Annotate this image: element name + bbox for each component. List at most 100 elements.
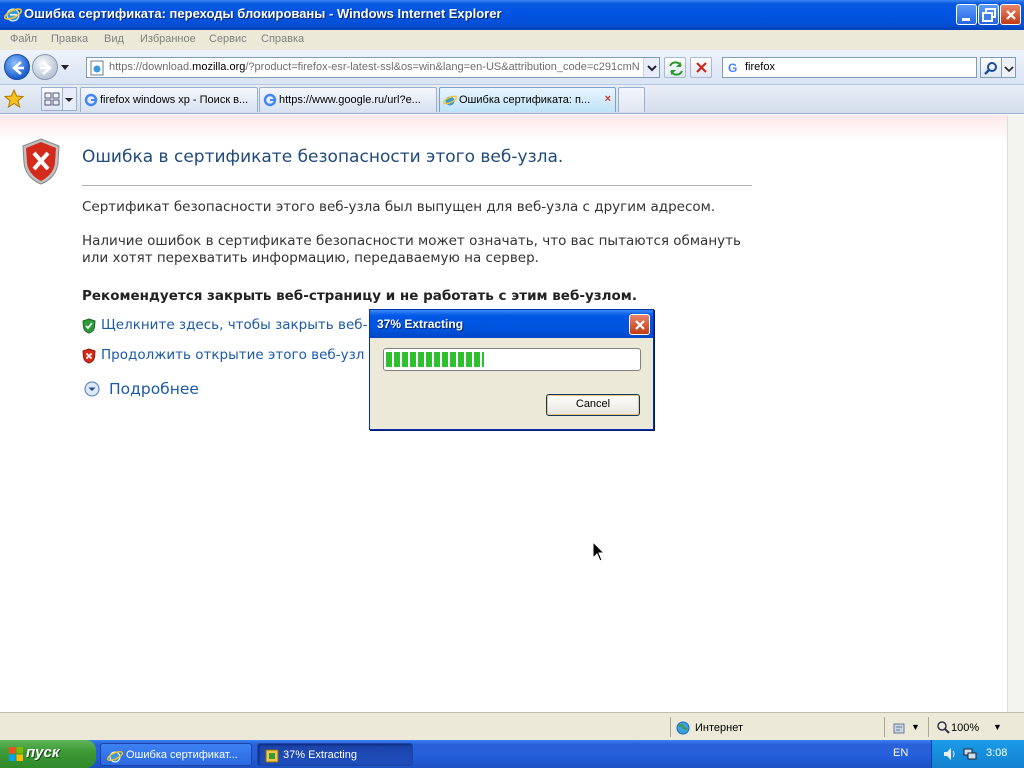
error-warning: Наличие ошибок в сертификате безопасност… [82,233,741,266]
page-icon [90,60,104,76]
taskbar-item-ie[interactable]: Ошибка сертификат... [100,743,252,766]
globe-icon [676,721,690,735]
tab-list-button[interactable] [63,87,77,111]
menu-bar: Файл Правка Вид Избранное Сервис Справка [0,30,1024,50]
minimize-button[interactable] [956,4,977,25]
restore-button[interactable] [978,4,999,25]
stop-icon [696,62,707,73]
menu-favorites[interactable]: Избранное [140,33,196,45]
tab-certificate-error[interactable]: Ошибка сертификата: п... × [439,87,616,112]
history-dropdown-icon[interactable] [60,64,70,72]
zoom-dropdown[interactable]: ▼ [993,722,1002,732]
address-url[interactable]: https://download.mozilla.org/?product=fi… [109,61,643,73]
system-tray: 3:08 [931,740,1024,768]
arrow-left-icon [12,61,24,75]
menu-help[interactable]: Справка [261,33,304,45]
magnifier-icon [984,62,997,75]
tab-label: Ошибка сертификата: п... [459,94,591,106]
minimize-icon [962,18,970,21]
error-description: Сертификат безопасности этого веб-узла б… [82,199,716,215]
extracting-dialog: 37% Extracting Cancel [369,309,654,430]
address-dropdown-button[interactable] [643,58,659,77]
google-icon [84,93,98,107]
clock[interactable]: 3:08 [986,747,1007,759]
status-separator [884,717,885,737]
green-shield-icon [82,318,96,334]
favorites-star-icon[interactable] [4,89,24,109]
protected-mode-icon[interactable] [892,721,906,735]
zoom-magnifier-icon [937,721,950,734]
status-bar: Интернет ▼ 100% ▼ [0,712,1024,740]
title-bar[interactable]: Ошибка сертификата: переходы блокированы… [0,0,1024,30]
chevron-down-icon [1004,66,1014,73]
dialog-title-bar[interactable]: 37% Extracting [370,310,653,338]
stop-button[interactable] [690,57,712,78]
chevron-down-icon [65,98,73,102]
google-icon [263,93,277,107]
refresh-button[interactable] [664,57,686,78]
refresh-icon [669,61,683,76]
recommendation-text: Рекомендуется закрыть веб-страницу и не … [82,288,637,304]
volume-icon[interactable] [942,746,958,762]
tab-bar: firefox windows xp - Поиск в... https://… [0,85,1024,114]
divider [82,185,752,186]
close-window-button[interactable] [1000,4,1021,25]
tab-label: firefox windows xp - Поиск в... [100,94,249,106]
vertical-scrollbar[interactable] [1007,115,1024,712]
page-top-gradient [0,115,1007,141]
tab-google-search[interactable]: firefox windows xp - Поиск в... [80,87,258,112]
taskbar: пуск Ошибка сертификат... 37% Extracting… [0,740,1024,768]
taskbar-item-label: 37% Extracting [283,749,357,761]
progress-bar [383,348,641,371]
installer-icon [265,749,279,763]
restore-icon [982,8,996,22]
shield-error-icon [22,138,60,185]
windows-flag-icon [9,747,23,761]
url-domain: mozilla.org [192,61,246,73]
close-tab-icon[interactable]: × [605,93,611,105]
url-prefix: https://download. [109,61,193,73]
new-tab-button[interactable] [618,87,645,112]
address-bar[interactable]: https://download.mozilla.org/?product=fi… [86,57,660,78]
security-zone[interactable]: Интернет [695,722,743,734]
language-indicator[interactable]: EN [893,747,908,759]
chevron-down-icon [647,65,657,72]
url-rest: /?product=firefox-esr-latest-ssl&os=win&… [245,61,640,73]
ie-page-icon [443,95,457,106]
start-label: пуск [26,744,60,761]
protected-mode-dropdown[interactable]: ▼ [911,722,920,732]
search-input[interactable]: firefox [745,61,775,73]
search-box[interactable]: G firefox [722,57,977,78]
status-separator [670,717,671,737]
quick-tabs-button[interactable] [41,87,63,111]
cancel-button[interactable]: Cancel [546,394,640,416]
forward-button[interactable] [32,54,58,80]
ie-logo-icon [107,750,123,763]
menu-file[interactable]: Файл [10,33,37,45]
page-title: Ошибка в сертификате безопасности этого … [82,147,564,167]
menu-tools[interactable]: Сервис [209,33,247,45]
network-icon[interactable] [962,746,978,762]
search-button[interactable] [980,57,1002,78]
zoom-level[interactable]: 100% [951,722,979,734]
tab-google-url[interactable]: https://www.google.ru/url?e... [259,87,437,112]
expand-circle-icon [84,381,100,397]
progress-fill [386,352,485,367]
mouse-cursor-icon [592,541,606,562]
close-icon [635,320,645,330]
dialog-title: 37% Extracting [377,317,464,331]
ie-logo-icon [4,8,22,22]
more-info-label: Подробнее [109,380,199,398]
taskbar-item-label: Ошибка сертификат... [126,749,238,761]
status-separator [928,717,929,737]
menu-view[interactable]: Вид [104,33,124,45]
dialog-close-button[interactable] [629,314,650,335]
tab-label: https://www.google.ru/url?e... [279,94,421,106]
start-button[interactable]: пуск [0,740,96,768]
taskbar-item-extracting[interactable]: 37% Extracting [257,743,413,766]
menu-edit[interactable]: Правка [51,33,88,45]
back-button[interactable] [4,54,30,80]
window-title: Ошибка сертификата: переходы блокированы… [24,6,502,21]
search-options-button[interactable] [1002,57,1016,78]
close-icon [1006,10,1016,20]
